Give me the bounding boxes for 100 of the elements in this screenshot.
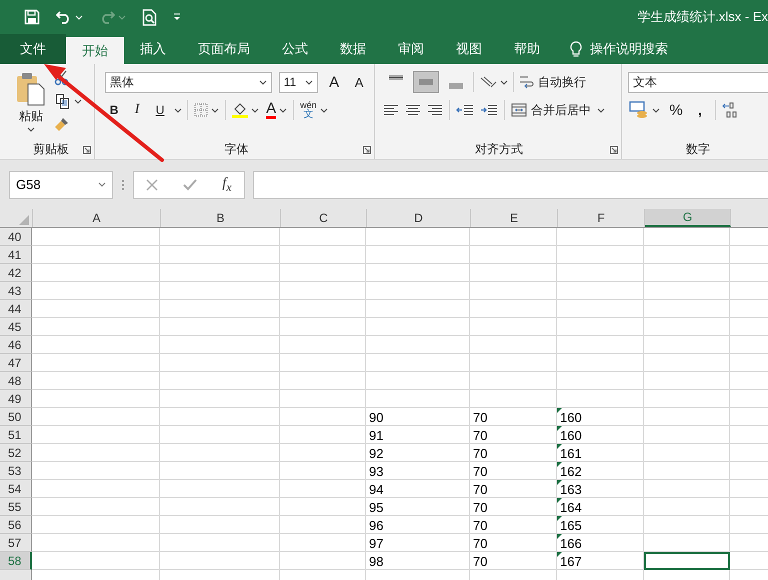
caret-icon[interactable] bbox=[500, 80, 508, 84]
row-header[interactable]: 55 bbox=[0, 498, 32, 516]
insert-function-button[interactable]: f$_{x}$ bbox=[222, 176, 232, 194]
align-center-icon[interactable] bbox=[405, 104, 422, 116]
formula-input[interactable] bbox=[253, 170, 768, 198]
ribbon-tab[interactable]: 页面布局 bbox=[182, 34, 266, 64]
caret-icon[interactable] bbox=[258, 80, 267, 84]
ribbon-tab[interactable]: 数据 bbox=[324, 34, 382, 64]
undo-icon[interactable] bbox=[56, 10, 72, 24]
column-header[interactable]: C bbox=[281, 209, 367, 227]
error-flag-icon[interactable] bbox=[557, 408, 562, 413]
row-header[interactable]: 47 bbox=[0, 354, 32, 372]
increase-indent-icon[interactable] bbox=[480, 104, 498, 116]
caret-icon[interactable] bbox=[211, 108, 220, 112]
column-header[interactable]: E bbox=[471, 209, 558, 227]
merge-center-button[interactable]: 合并后居中 bbox=[511, 102, 592, 118]
phonetic-guide-button[interactable]: wén 文 bbox=[300, 100, 317, 120]
row-header[interactable]: 49 bbox=[0, 390, 32, 408]
row-header[interactable]: 54 bbox=[0, 480, 32, 498]
cut-icon[interactable] bbox=[54, 70, 70, 86]
ribbon-tab[interactable]: 文件 bbox=[0, 34, 66, 64]
fill-color-icon[interactable] bbox=[232, 102, 248, 118]
ribbon-tab[interactable]: 开始 bbox=[66, 37, 124, 64]
percent-button[interactable]: % bbox=[667, 99, 685, 121]
caret-icon[interactable] bbox=[251, 108, 260, 112]
align-middle-button[interactable] bbox=[413, 71, 440, 93]
align-lines-icon bbox=[449, 83, 464, 89]
row-header[interactable]: 40 bbox=[0, 228, 32, 246]
decrease-indent-icon[interactable] bbox=[456, 104, 474, 116]
save-icon[interactable] bbox=[24, 9, 40, 25]
align-right-icon[interactable] bbox=[427, 104, 444, 116]
row-header[interactable]: 44 bbox=[0, 300, 32, 318]
dialog-launcher-icon[interactable] bbox=[610, 146, 618, 154]
paste-button[interactable]: 粘贴 bbox=[14, 70, 48, 139]
name-box[interactable]: G58 bbox=[9, 170, 113, 198]
grow-font-button[interactable]: A bbox=[325, 71, 344, 93]
error-flag-icon[interactable] bbox=[557, 516, 562, 521]
dialog-launcher-icon[interactable] bbox=[83, 146, 92, 154]
error-flag-icon[interactable] bbox=[557, 426, 562, 431]
bold-button[interactable]: B bbox=[105, 99, 124, 121]
ribbon-tab[interactable]: 视图 bbox=[440, 34, 498, 64]
borders-icon[interactable] bbox=[194, 103, 208, 117]
more-options-icon[interactable] bbox=[121, 178, 125, 190]
dialog-launcher-icon[interactable] bbox=[363, 146, 372, 154]
row-header[interactable]: 48 bbox=[0, 372, 32, 390]
row-header[interactable]: 42 bbox=[0, 264, 32, 282]
number-format-field[interactable]: 文本 bbox=[628, 72, 768, 92]
error-flag-icon[interactable] bbox=[557, 480, 562, 485]
row-header[interactable]: 41 bbox=[0, 246, 32, 264]
caret-icon[interactable] bbox=[652, 108, 660, 112]
customize-toolbar-icon[interactable] bbox=[173, 13, 181, 21]
error-flag-icon[interactable] bbox=[557, 462, 562, 467]
tell-me-search[interactable]: 操作说明搜索 bbox=[590, 40, 668, 58]
error-flag-icon[interactable] bbox=[557, 498, 562, 503]
wrap-text-button[interactable]: 自动换行 bbox=[518, 74, 586, 90]
column-header[interactable]: A bbox=[33, 209, 161, 227]
lightbulb-icon[interactable] bbox=[570, 40, 582, 58]
comma-style-button[interactable]: , bbox=[691, 99, 709, 121]
row-header[interactable]: 53 bbox=[0, 462, 32, 480]
caret-icon[interactable] bbox=[27, 127, 35, 132]
ribbon-tab[interactable]: 插入 bbox=[124, 34, 182, 64]
row-header[interactable]: 43 bbox=[0, 282, 32, 300]
ribbon-tab[interactable]: 公式 bbox=[266, 34, 324, 64]
column-header[interactable]: G bbox=[645, 209, 731, 227]
selected-cell[interactable] bbox=[644, 552, 730, 570]
column-header[interactable]: D bbox=[367, 209, 471, 227]
text-orientation-icon[interactable] bbox=[479, 75, 498, 89]
row-header[interactable]: 56 bbox=[0, 516, 32, 534]
caret-icon[interactable] bbox=[174, 108, 182, 112]
font-size-field[interactable]: 11 bbox=[278, 72, 318, 92]
copy-icon[interactable] bbox=[55, 93, 71, 109]
error-flag-icon[interactable] bbox=[557, 552, 562, 557]
error-flag-icon[interactable] bbox=[557, 444, 562, 449]
ribbon-tab[interactable]: 帮助 bbox=[498, 34, 556, 64]
caret-icon[interactable] bbox=[74, 98, 82, 104]
font-name-field[interactable]: 黑体 bbox=[105, 72, 272, 92]
row-header[interactable]: 46 bbox=[0, 336, 32, 354]
font-color-button[interactable]: A bbox=[266, 101, 276, 119]
row-header[interactable]: 58 bbox=[0, 552, 32, 570]
caret-icon[interactable] bbox=[320, 108, 328, 112]
italic-button[interactable]: I bbox=[128, 99, 146, 121]
format-painter-icon[interactable] bbox=[54, 116, 70, 132]
align-left-icon[interactable] bbox=[383, 104, 400, 116]
error-flag-icon[interactable] bbox=[557, 534, 562, 539]
row-header[interactable]: 51 bbox=[0, 426, 32, 444]
accounting-format-icon[interactable] bbox=[629, 101, 649, 119]
shrink-font-button[interactable]: A bbox=[350, 71, 368, 93]
caret-icon[interactable] bbox=[98, 182, 106, 187]
check-icon[interactable] bbox=[183, 178, 198, 190]
ribbon-tab[interactable]: 审阅 bbox=[382, 34, 440, 64]
caret-icon[interactable] bbox=[597, 108, 606, 112]
row-header[interactable]: 45 bbox=[0, 318, 32, 336]
underline-button[interactable]: U bbox=[151, 99, 170, 121]
row-header[interactable]: 52 bbox=[0, 444, 32, 462]
print-preview-icon[interactable] bbox=[142, 8, 157, 26]
caret-icon[interactable] bbox=[279, 108, 288, 112]
row-header[interactable]: 57 bbox=[0, 534, 32, 552]
caret-icon[interactable] bbox=[305, 80, 314, 84]
row-header[interactable]: 50 bbox=[0, 408, 32, 426]
column-header[interactable]: B bbox=[161, 209, 281, 227]
